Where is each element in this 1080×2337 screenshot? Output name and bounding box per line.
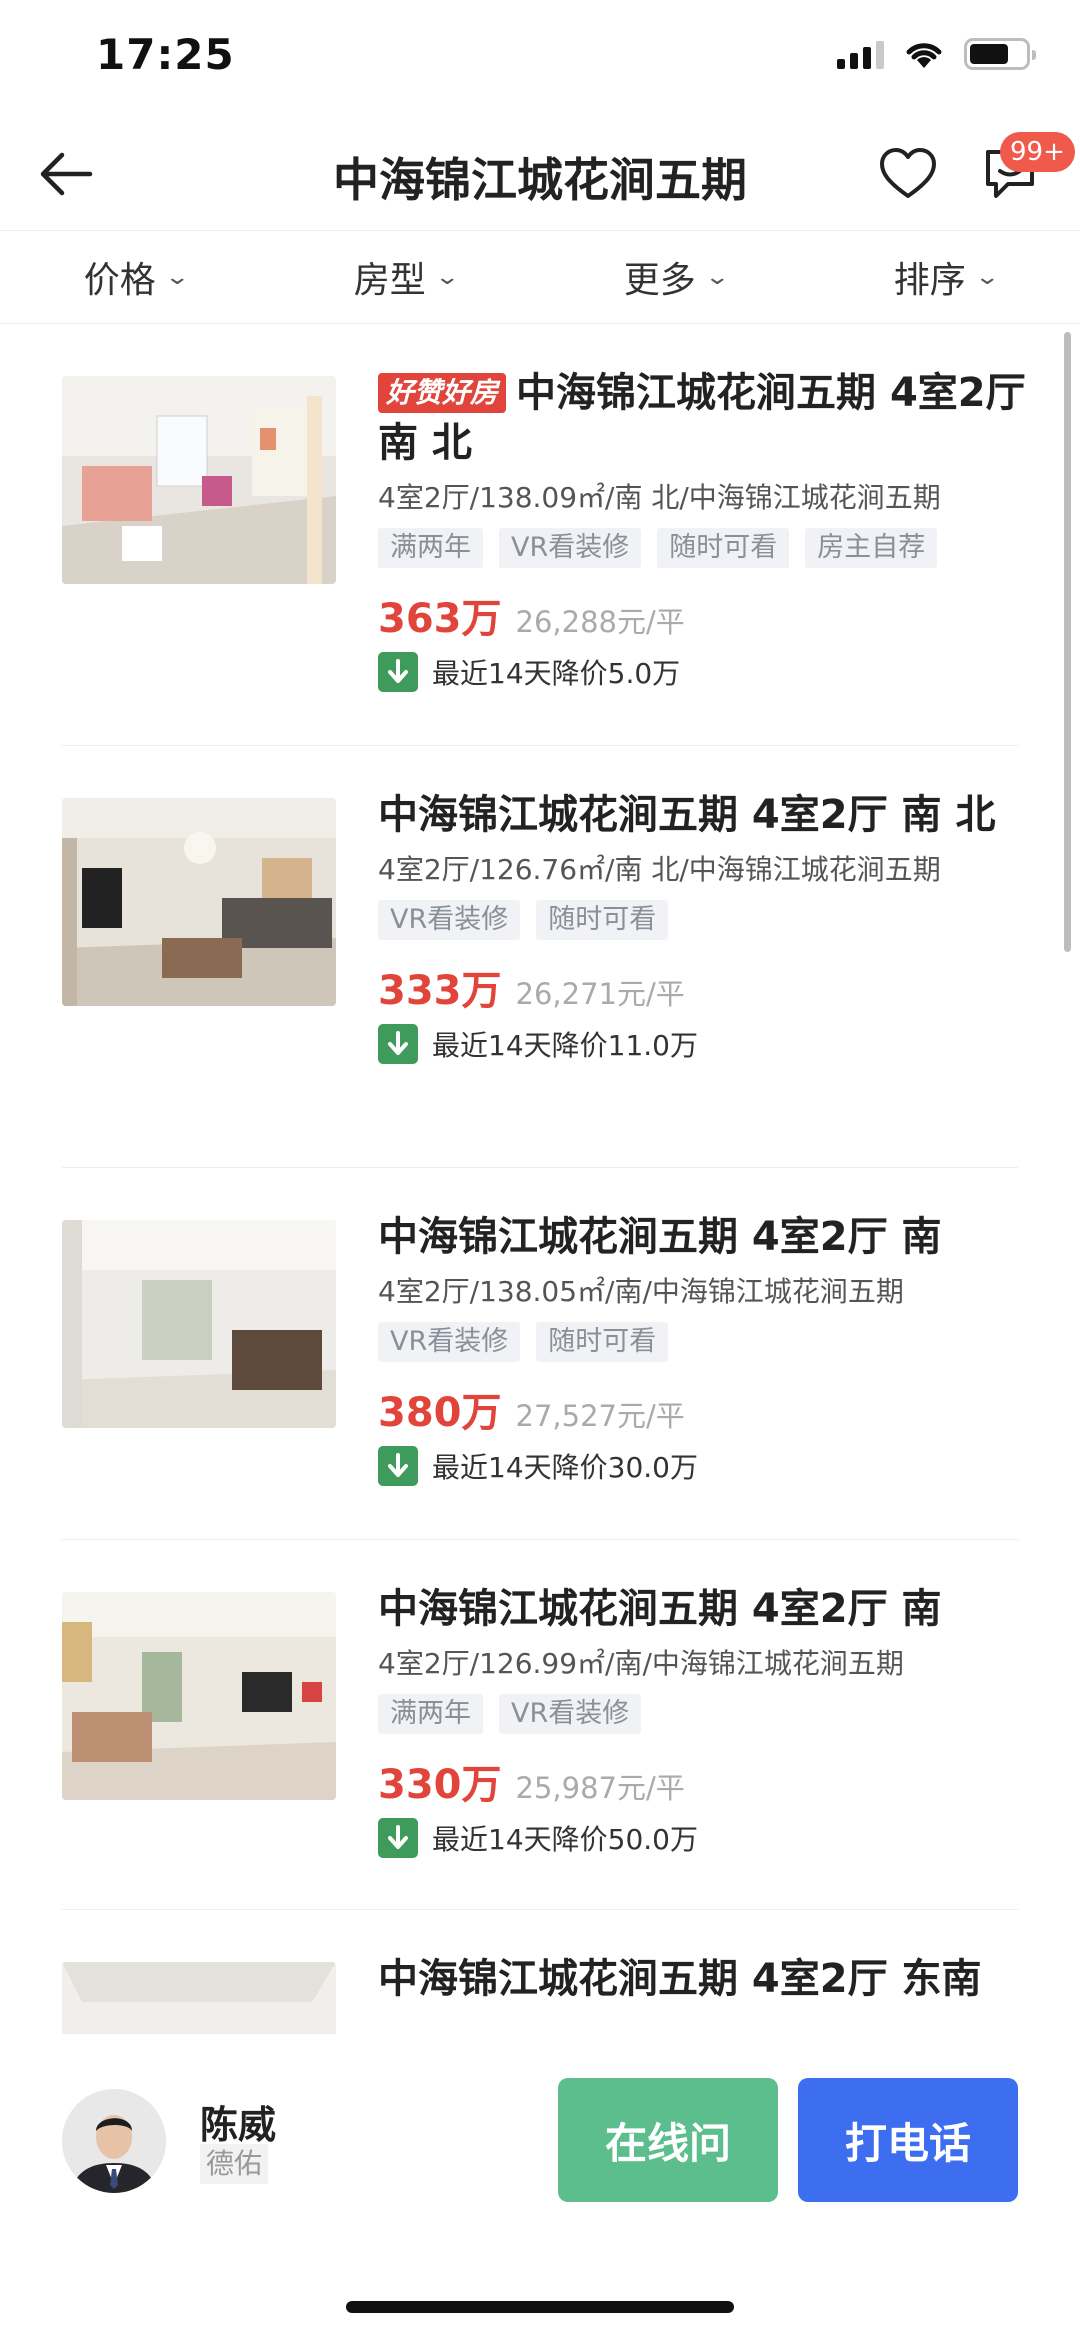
chevron-down-icon: ⌄ bbox=[164, 264, 190, 290]
status-time: 17:25 bbox=[96, 30, 235, 79]
listing-tags: VR看装修 随时可看 bbox=[378, 900, 1058, 940]
cellular-signal-icon bbox=[837, 39, 884, 69]
unit-price: 27,527元/平 bbox=[515, 1399, 685, 1433]
arrow-down-icon bbox=[378, 1024, 418, 1064]
total-price: 363万 bbox=[378, 596, 502, 642]
listing-info: 好赞好房 中海锦江城花涧五期 4室2厅 南 北 4室2厅/138.09㎡/南 北/… bbox=[378, 368, 1058, 692]
listing-card[interactable]: 中海锦江城花涧五期 4室2厅 东南 bbox=[62, 1910, 1018, 2034]
price-row: 330万 25,987元/平 bbox=[378, 1752, 1058, 1810]
scrollbar[interactable] bbox=[1064, 332, 1071, 952]
online-chat-button[interactable]: 在线问 bbox=[558, 2078, 778, 2202]
agent-bar: 陈威 德佑 在线问 打电话 bbox=[0, 2034, 1080, 2337]
filter-bar: 价格 ⌄ 房型 ⌄ 更多 ⌄ 排序 ⌄ bbox=[0, 230, 1080, 324]
listing-meta: 4室2厅/126.76㎡/南 北/中海锦江城花涧五期 bbox=[378, 853, 941, 886]
listing-photo[interactable] bbox=[62, 798, 336, 1006]
wifi-icon bbox=[906, 43, 942, 68]
filter-label: 排序 bbox=[893, 260, 966, 301]
filter-label: 价格 bbox=[83, 260, 156, 301]
listing-card[interactable]: 中海锦江城花涧五期 4室2厅 南 4室2厅/126.99㎡/南/中海锦江城花涧五… bbox=[62, 1540, 1018, 1910]
total-price: 330万 bbox=[378, 1762, 502, 1808]
listing-photo[interactable] bbox=[62, 1962, 336, 2034]
price-row: 380万 27,527元/平 bbox=[378, 1380, 1058, 1438]
filter-sort[interactable]: 排序 ⌄ bbox=[810, 231, 1080, 323]
listing-title: 好赞好房 中海锦江城花涧五期 4室2厅 南 北 bbox=[378, 370, 1026, 466]
heart-icon[interactable] bbox=[876, 142, 940, 206]
listing-info: 中海锦江城花涧五期 4室2厅 南 4室2厅/138.05㎡/南/中海锦江城花涧五… bbox=[378, 1212, 1058, 1486]
listing-info: 中海锦江城花涧五期 4室2厅 南 北 4室2厅/126.76㎡/南 北/中海锦江… bbox=[378, 790, 1058, 1064]
price-drop-text: 最近14天降价11.0万 bbox=[432, 1029, 698, 1062]
status-icons bbox=[837, 38, 1036, 70]
tag: 随时可看 bbox=[657, 528, 790, 568]
tag: VR看装修 bbox=[378, 1322, 521, 1362]
promo-badge: 好赞好房 bbox=[378, 373, 507, 413]
listing-tags: 满两年 VR看装修 随时可看 房主自荐 bbox=[378, 528, 1058, 568]
listing-card[interactable]: 好赞好房 中海锦江城花涧五期 4室2厅 南 北 4室2厅/138.09㎡/南 北/… bbox=[62, 324, 1026, 746]
arrow-down-icon bbox=[378, 652, 418, 692]
listing-title: 中海锦江城花涧五期 4室2厅 南 bbox=[378, 1586, 942, 1632]
listing-photo[interactable] bbox=[62, 1592, 336, 1800]
unit-price: 25,987元/平 bbox=[515, 1771, 685, 1805]
filter-price[interactable]: 价格 ⌄ bbox=[0, 231, 270, 323]
filter-label: 更多 bbox=[623, 260, 696, 301]
tag: VR看装修 bbox=[499, 1694, 642, 1734]
tag: 随时可看 bbox=[536, 1322, 669, 1362]
listing-card[interactable]: 中海锦江城花涧五期 4室2厅 南 4室2厅/138.05㎡/南/中海锦江城花涧五… bbox=[62, 1168, 1018, 1540]
total-price: 380万 bbox=[378, 1390, 502, 1436]
avatar[interactable] bbox=[62, 2089, 166, 2193]
status-bar: 17:25 bbox=[0, 0, 1080, 120]
filter-label: 房型 bbox=[353, 260, 426, 301]
home-indicator[interactable] bbox=[346, 2301, 734, 2313]
tag: 随时可看 bbox=[536, 900, 669, 940]
listing-meta: 4室2厅/138.09㎡/南 北/中海锦江城花涧五期 bbox=[378, 481, 941, 514]
listing-tags: VR看装修 随时可看 bbox=[378, 1322, 1058, 1362]
listing-info: 中海锦江城花涧五期 4室2厅 东南 bbox=[378, 1954, 1058, 2004]
listing-list[interactable]: 好赞好房 中海锦江城花涧五期 4室2厅 南 北 4室2厅/138.09㎡/南 北/… bbox=[0, 324, 1080, 2034]
filter-layout[interactable]: 房型 ⌄ bbox=[270, 231, 540, 323]
price-row: 333万 26,271元/平 bbox=[378, 958, 1058, 1016]
battery-icon bbox=[964, 38, 1036, 70]
filter-more[interactable]: 更多 ⌄ bbox=[540, 231, 810, 323]
listing-tags: 满两年 VR看装修 bbox=[378, 1694, 1058, 1734]
call-button[interactable]: 打电话 bbox=[798, 2078, 1018, 2202]
price-row: 363万 26,288元/平 bbox=[378, 586, 1058, 644]
chevron-down-icon: ⌄ bbox=[434, 264, 460, 290]
total-price: 333万 bbox=[378, 968, 502, 1014]
listing-card[interactable]: 中海锦江城花涧五期 4室2厅 南 北 4室2厅/126.76㎡/南 北/中海锦江… bbox=[62, 746, 1018, 1168]
tag: VR看装修 bbox=[499, 528, 642, 568]
listing-info: 中海锦江城花涧五期 4室2厅 南 4室2厅/126.99㎡/南/中海锦江城花涧五… bbox=[378, 1584, 1058, 1858]
price-drop-text: 最近14天降价5.0万 bbox=[432, 657, 681, 690]
tag: 房主自荐 bbox=[805, 528, 938, 568]
price-drop: 最近14天降价5.0万 bbox=[378, 652, 1058, 692]
listing-photo[interactable] bbox=[62, 376, 336, 584]
price-drop: 最近14天降价30.0万 bbox=[378, 1446, 1058, 1486]
tag: 满两年 bbox=[378, 528, 483, 568]
arrow-down-icon bbox=[378, 1818, 418, 1858]
listing-title: 中海锦江城花涧五期 4室2厅 南 北 bbox=[378, 792, 996, 838]
app-root: 17:25 中海锦江城花涧五期 99+ 价格 ⌄ 房型 ⌄ 更多 ⌄ 排序 ⌄ … bbox=[0, 0, 1080, 2337]
listing-title: 中海锦江城花涧五期 4室2厅 南 bbox=[378, 1214, 942, 1260]
tag: 满两年 bbox=[378, 1694, 483, 1734]
arrow-down-icon bbox=[378, 1446, 418, 1486]
unit-price: 26,288元/平 bbox=[515, 605, 685, 639]
price-drop-text: 最近14天降价30.0万 bbox=[432, 1451, 698, 1484]
agent-name: 陈威 bbox=[200, 2103, 277, 2147]
price-drop: 最近14天降价50.0万 bbox=[378, 1818, 1058, 1858]
listing-photo[interactable] bbox=[62, 1220, 336, 1428]
price-drop: 最近14天降价11.0万 bbox=[378, 1024, 1058, 1064]
listing-title: 中海锦江城花涧五期 4室2厅 东南 bbox=[378, 1956, 982, 2002]
message-count-badge: 99+ bbox=[1000, 132, 1075, 172]
listing-meta: 4室2厅/138.05㎡/南/中海锦江城花涧五期 bbox=[378, 1275, 904, 1308]
price-drop-text: 最近14天降价50.0万 bbox=[432, 1823, 698, 1856]
nav-bar: 中海锦江城花涧五期 bbox=[0, 120, 1080, 230]
agent-company: 德佑 bbox=[200, 2144, 269, 2184]
unit-price: 26,271元/平 bbox=[515, 977, 685, 1011]
chevron-down-icon: ⌄ bbox=[704, 264, 730, 290]
tag: VR看装修 bbox=[378, 900, 521, 940]
chevron-down-icon: ⌄ bbox=[974, 264, 1000, 290]
listing-meta: 4室2厅/126.99㎡/南/中海锦江城花涧五期 bbox=[378, 1647, 904, 1680]
